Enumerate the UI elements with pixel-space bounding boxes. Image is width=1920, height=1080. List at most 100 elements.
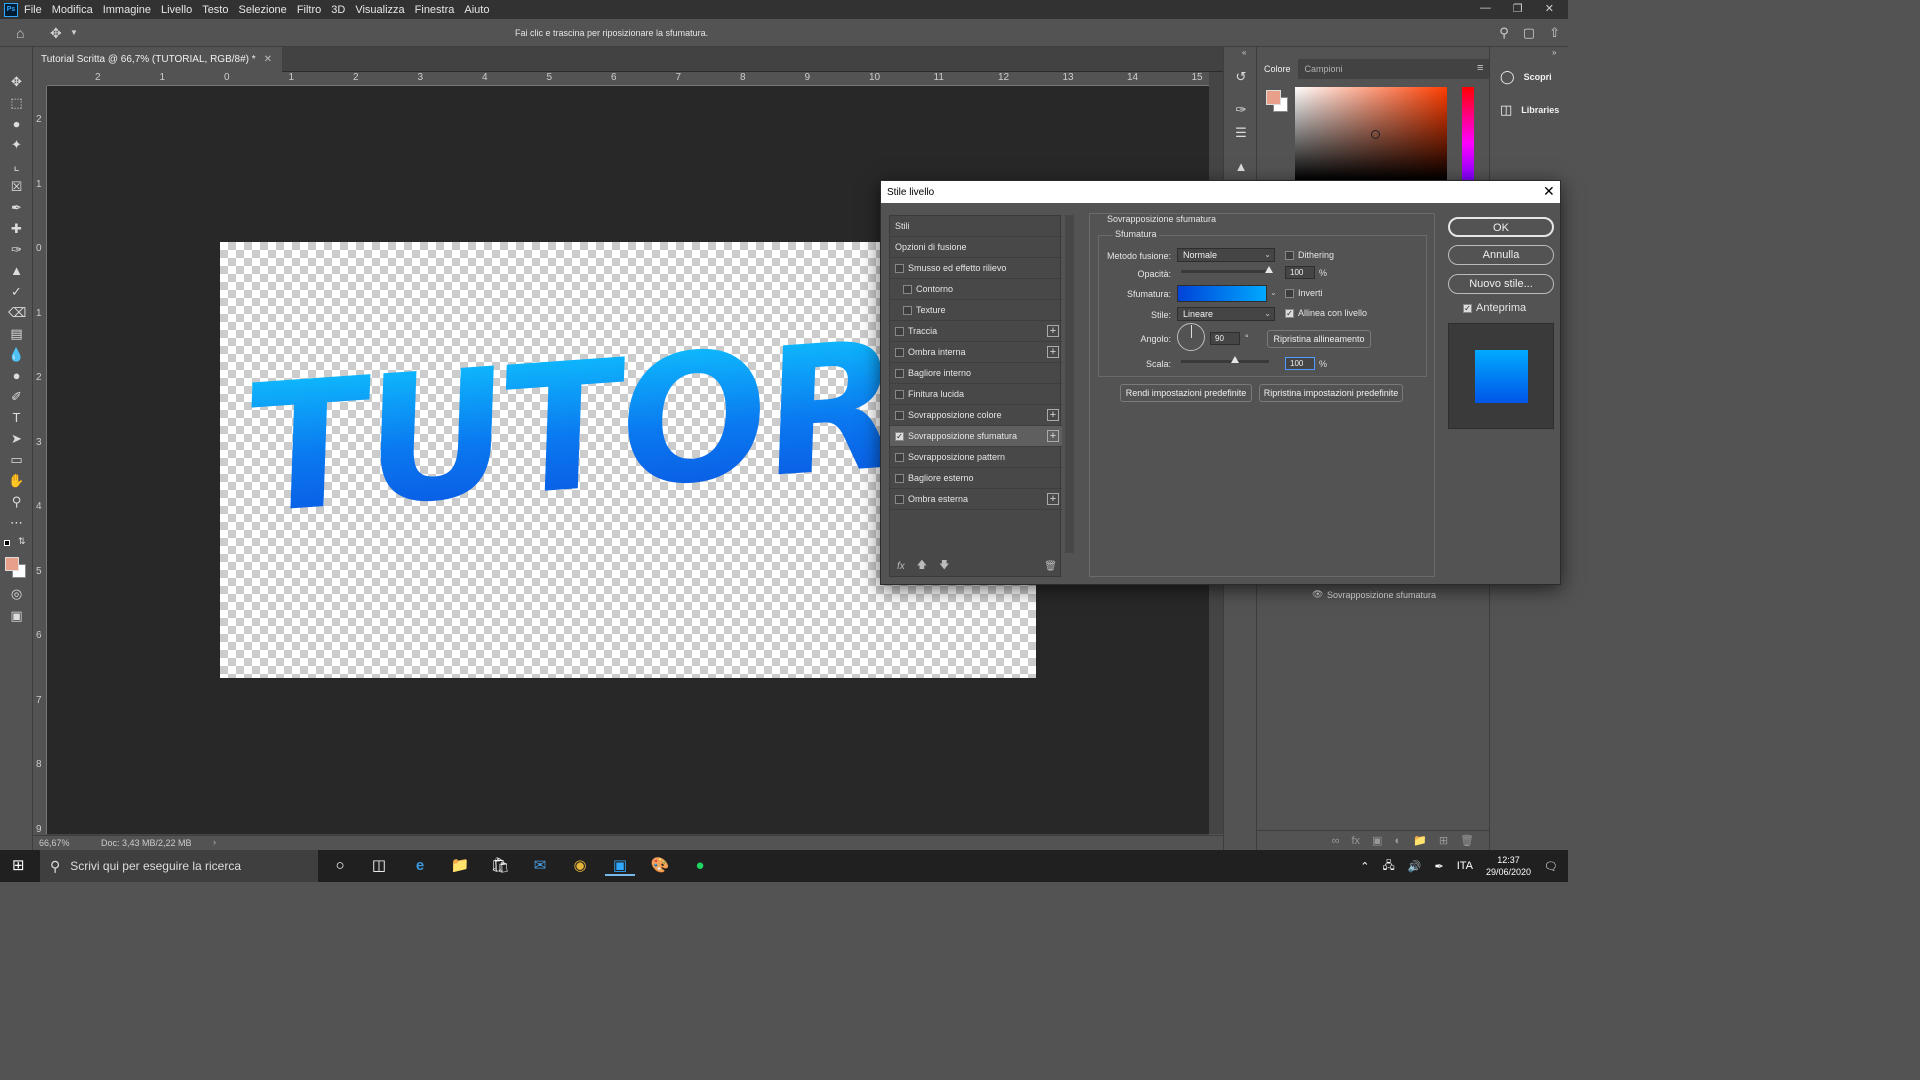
add-effect-icon[interactable]: +: [1047, 493, 1059, 505]
brush-icon[interactable]: ✑: [8, 241, 25, 258]
network-icon[interactable]: 🖧: [1383, 857, 1395, 876]
move-up-icon[interactable]: 🡅: [917, 558, 927, 575]
notification-icon[interactable]: 🗨: [1544, 860, 1558, 873]
scale-input[interactable]: 100: [1285, 357, 1315, 370]
store-icon[interactable]: 🛍: [490, 856, 510, 876]
task-view-icon[interactable]: ◫: [369, 856, 389, 876]
document-tab[interactable]: Tutorial Scritta @ 66,7% (TUTORIAL, RGB/…: [33, 47, 283, 72]
chevron-down-icon[interactable]: ▼: [70, 28, 78, 37]
mask-icon[interactable]: ▣: [1372, 834, 1382, 847]
style-row[interactable]: Texture: [890, 300, 1062, 321]
style-row[interactable]: Sovrapposizione pattern: [890, 447, 1062, 468]
windows-start-icon[interactable]: ⊞: [12, 858, 28, 874]
eyedropper-icon[interactable]: ✒: [8, 199, 25, 216]
style-checkbox[interactable]: [895, 473, 904, 483]
cancel-button[interactable]: Annulla: [1448, 245, 1554, 265]
dialog-titlebar[interactable]: Stile livello ✕: [881, 181, 1560, 203]
menu-3d[interactable]: 3D: [331, 4, 345, 16]
collapse-arrows-icon[interactable]: «: [1242, 48, 1246, 57]
blend-mode-select[interactable]: Normale ⌄: [1177, 248, 1275, 262]
scale-slider-thumb[interactable]: [1230, 356, 1239, 363]
hand-icon[interactable]: ✋: [8, 472, 25, 489]
scale-slider[interactable]: [1181, 356, 1269, 363]
style-row[interactable]: Bagliore interno: [890, 363, 1062, 384]
stamp-panel-icon[interactable]: ▲: [1233, 159, 1249, 175]
add-effect-icon[interactable]: +: [1047, 409, 1059, 421]
style-checkbox[interactable]: [895, 494, 904, 504]
angle-dial[interactable]: [1177, 323, 1205, 351]
volume-icon[interactable]: 🔊: [1408, 860, 1422, 873]
home-icon[interactable]: ⌂: [16, 26, 30, 40]
workspace-icon[interactable]: ▢: [1523, 25, 1535, 41]
delete-layer-icon[interactable]: 🗑: [1460, 834, 1474, 847]
gradient-picker[interactable]: [1177, 285, 1267, 302]
style-row[interactable]: Ombra esterna +: [890, 489, 1062, 510]
search-icon[interactable]: ⚲: [1499, 25, 1509, 41]
style-row[interactable]: Bagliore esterno: [890, 468, 1062, 489]
reset-alignment-button[interactable]: Ripristina allineamento: [1267, 330, 1371, 348]
menu-visualizza[interactable]: Visualizza: [355, 4, 404, 16]
style-checkbox[interactable]: [903, 305, 912, 315]
opacity-input[interactable]: 100: [1285, 266, 1315, 279]
default-colors-icon[interactable]: [4, 540, 10, 546]
reset-default-button[interactable]: Ripristina impostazioni predefinite: [1259, 384, 1403, 402]
move-tool-icon[interactable]: ✥: [50, 25, 62, 42]
opacity-slider-thumb[interactable]: [1265, 266, 1273, 273]
edge-icon[interactable]: e: [410, 856, 430, 876]
stamp-icon[interactable]: ▲: [8, 262, 25, 279]
paint-icon[interactable]: 🎨: [650, 856, 670, 876]
menu-livello[interactable]: Livello: [161, 4, 192, 16]
new-layer-icon[interactable]: ⊞: [1439, 834, 1448, 847]
style-checkbox[interactable]: [895, 326, 904, 336]
move-icon[interactable]: ✥: [8, 73, 25, 90]
color-picker-cursor[interactable]: [1371, 130, 1380, 139]
spotify-icon[interactable]: ●: [690, 856, 710, 876]
style-row[interactable]: Traccia +: [890, 321, 1062, 342]
blur-icon[interactable]: 💧: [8, 346, 25, 363]
add-effect-icon[interactable]: +: [1047, 325, 1059, 337]
style-checkbox[interactable]: [895, 368, 904, 378]
frame-icon[interactable]: ☒: [8, 178, 25, 195]
file-explorer-icon[interactable]: 📁: [450, 856, 470, 876]
style-row[interactable]: Stili: [890, 216, 1062, 237]
chrome-icon[interactable]: ◉: [570, 856, 590, 876]
chevron-right-icon[interactable]: ›: [213, 837, 216, 847]
language-indicator[interactable]: ITA: [1457, 860, 1473, 872]
preview-box-check[interactable]: ✓: [1463, 303, 1472, 313]
adjustment-layer-icon[interactable]: ◐: [1394, 835, 1401, 847]
chevron-down-icon[interactable]: ⌄: [1270, 288, 1277, 297]
menu-modifica[interactable]: Modifica: [52, 4, 93, 16]
tab-colore[interactable]: Colore: [1257, 59, 1298, 79]
style-checkbox[interactable]: [895, 410, 904, 420]
menu-filtro[interactable]: Filtro: [297, 4, 321, 16]
move-down-icon[interactable]: 🡇: [939, 558, 949, 575]
healing-icon[interactable]: ✚: [8, 220, 25, 237]
dodge-icon[interactable]: ●: [8, 367, 25, 384]
taskbar-search[interactable]: ⚲ Scrivi qui per eseguire la ricerca: [40, 850, 318, 882]
minimize-icon[interactable]: —: [1480, 2, 1491, 15]
style-row[interactable]: Opzioni di fusione: [890, 237, 1062, 258]
pen-icon[interactable]: ✐: [8, 388, 25, 405]
close-window-icon[interactable]: ✕: [1545, 2, 1554, 15]
quick-mask-icon[interactable]: ◎: [8, 585, 25, 602]
panel-menu-icon[interactable]: ≡: [1477, 62, 1483, 74]
close-tab-icon[interactable]: ✕: [264, 54, 272, 65]
photoshop-taskbar-icon[interactable]: ▣: [605, 856, 635, 876]
dithering-box[interactable]: [1285, 250, 1294, 260]
ok-button[interactable]: OK: [1448, 217, 1554, 237]
brush-settings-icon[interactable]: ✑: [1233, 102, 1249, 118]
adjustments-icon[interactable]: ☰: [1233, 125, 1249, 141]
zoom-icon[interactable]: ⚲: [8, 493, 25, 510]
share-icon[interactable]: ⇧: [1549, 25, 1560, 41]
fx-icon[interactable]: fx: [1351, 835, 1360, 847]
fx-menu-button[interactable]: fx: [897, 561, 905, 572]
style-row[interactable]: Finitura lucida: [890, 384, 1062, 405]
new-style-button[interactable]: Nuovo stile...: [1448, 274, 1554, 294]
panel-foreground-swatch[interactable]: [1266, 90, 1281, 105]
gradient-icon[interactable]: ▤: [8, 325, 25, 342]
menu-immagine[interactable]: Immagine: [103, 4, 151, 16]
zoom-value[interactable]: 66,67%: [39, 838, 70, 848]
menu-file[interactable]: File: [24, 4, 42, 16]
style-checkbox[interactable]: [895, 389, 904, 399]
marquee-icon[interactable]: ⬚: [8, 94, 25, 111]
